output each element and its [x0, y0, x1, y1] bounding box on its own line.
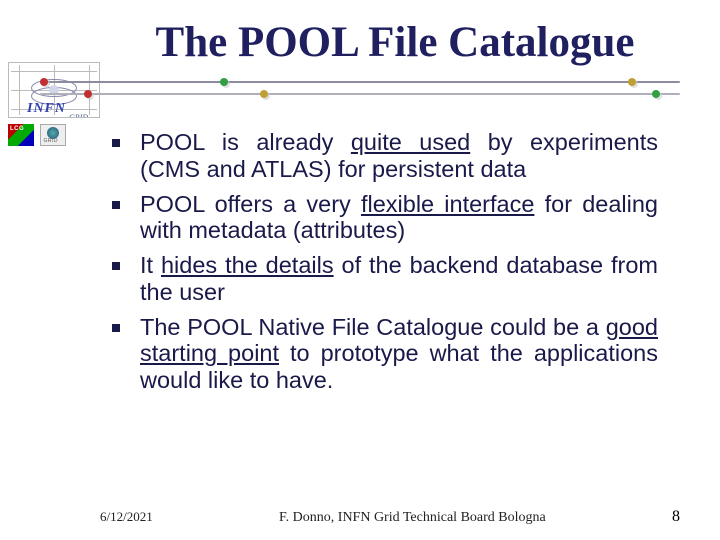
- bullet-text: POOL is already: [140, 129, 351, 155]
- bullet-item: POOL offers a very flexible interface fo…: [112, 191, 658, 245]
- bullet-item: It hides the details of the backend data…: [112, 252, 658, 306]
- rule-line-1: [40, 81, 680, 83]
- bullet-text: POOL offers a very: [140, 191, 361, 217]
- bullet-item: The POOL Native File Catalogue could be …: [112, 314, 658, 394]
- bullet-text: It: [140, 252, 161, 278]
- footer-page-number: 8: [672, 508, 680, 526]
- rule-dot-icon: [628, 78, 636, 86]
- rule-dot-icon: [260, 90, 268, 98]
- rule-dot-icon: [40, 78, 48, 86]
- rule-dot-icon: [652, 90, 660, 98]
- footer-author: F. Donno, INFN Grid Technical Board Bolo…: [153, 510, 672, 526]
- logo-stack: INFN GRID: [8, 62, 104, 146]
- slide-title: The POOL File Catalogue: [110, 18, 680, 67]
- bullet-item: POOL is already quite used by experiment…: [112, 129, 658, 183]
- rule-line-2: [40, 93, 680, 95]
- slide-footer: 6/12/2021 F. Donno, INFN Grid Technical …: [0, 508, 720, 526]
- footer-date: 6/12/2021: [100, 509, 153, 525]
- title-rules: [40, 81, 680, 95]
- lcg-logo-icon: [8, 124, 34, 146]
- rule-dot-icon: [220, 78, 228, 86]
- rule-dot-icon: [84, 90, 92, 98]
- infn-grid-small-text: GRID: [69, 113, 88, 118]
- bullet-list: POOL is already quite used by experiment…: [112, 129, 658, 394]
- bullet-underlined-text: hides the details: [161, 252, 334, 278]
- grid-logo-icon: [40, 124, 66, 146]
- bullet-underlined-text: quite used: [351, 129, 470, 155]
- bullet-underlined-text: flexible interface: [361, 191, 534, 217]
- slide: INFN GRID The POOL File Catalogue POOL i…: [0, 0, 720, 540]
- bullet-text: The POOL Native File Catalogue could be …: [140, 314, 606, 340]
- infn-logo-text: INFN: [27, 101, 66, 117]
